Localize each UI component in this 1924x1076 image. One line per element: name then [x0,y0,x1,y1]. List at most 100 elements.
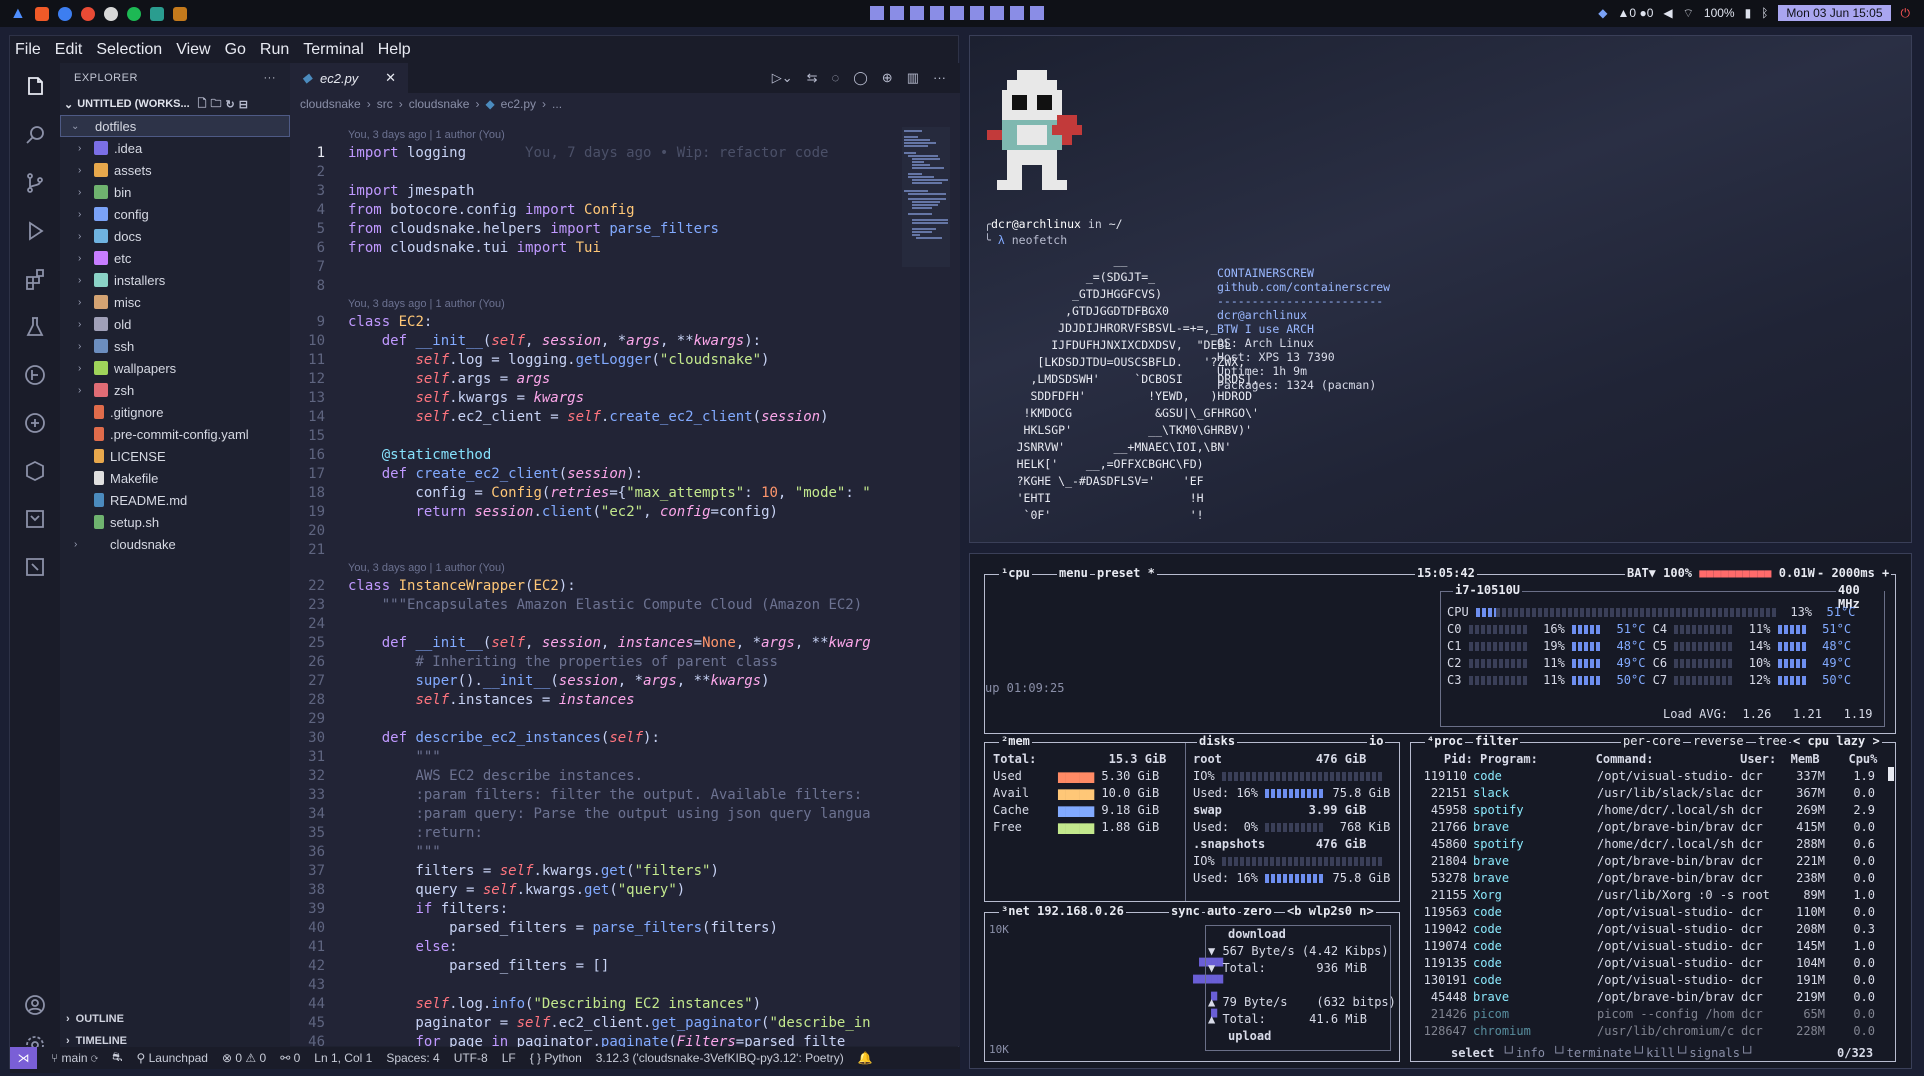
bluetooth-icon[interactable]: ᛒ [1761,6,1768,20]
menu-run[interactable]: Run [260,41,289,59]
net-sync-toggle[interactable]: sync [1169,904,1202,918]
notifications-bell-icon[interactable]: 🔔 [858,1051,873,1065]
problems[interactable]: ⊗ 0 ⚠ 0 [222,1051,266,1065]
source-control-icon[interactable] [10,159,60,207]
slack-icon[interactable] [103,6,118,21]
net-auto-toggle[interactable]: auto [1205,904,1238,918]
tree-folder-bin[interactable]: › bin [60,181,290,203]
new-file-icon[interactable]: 🗋 [198,95,207,114]
encoding[interactable]: UTF-8 [454,1051,488,1065]
launchpad[interactable]: ⚲ Launchpad [136,1051,208,1065]
collapse-all-icon[interactable]: ⊟ [239,98,248,111]
tree-file[interactable]: setup.sh [60,511,290,533]
menu-file[interactable]: File [15,41,41,59]
database-icon[interactable] [10,543,60,591]
crumb-file[interactable]: ec2.py [501,97,536,111]
menu-view[interactable]: View [176,41,210,59]
process-row[interactable]: 21426 picom picom --config /hom dcr 65M 0.0 [1411,1006,1889,1023]
process-row[interactable]: 45958 spotify/home/dcr/.local/sh dcr 269M 2.… [1411,802,1889,819]
chromium-icon[interactable] [57,6,72,21]
open-changes-icon[interactable]: ⊕ [882,70,893,86]
workspace-7[interactable] [990,6,1004,20]
tree-file[interactable]: README.md [60,489,290,511]
outline-section[interactable]: › OUTLINE [60,1008,290,1030]
crumb-src[interactable]: src [377,97,393,111]
sort-selector[interactable]: < cpu lazy > [1791,734,1882,748]
interval[interactable]: - 2000ms + [1815,566,1892,580]
menu-go[interactable]: Go [225,41,246,59]
go-forward-icon[interactable]: ◯ [853,70,868,86]
crumb-symbol[interactable]: ... [552,97,562,111]
process-row[interactable]: 119042 code/opt/visual-studio-dcr 208M 0.3 [1411,921,1889,938]
tab-ec2-py[interactable]: ◆ ec2.py ✕ [290,63,408,93]
process-row[interactable]: 21155 Xorg/usr/lib/Xorg :0 -s root 89M 1.0 [1411,887,1889,904]
terminal-icon[interactable] [149,6,164,21]
eol[interactable]: LF [502,1051,516,1065]
process-row[interactable]: 128647 chromium/usr/lib/chromium/c dcr 228M… [1411,1023,1889,1040]
terminal-neofetch[interactable]: ╭dcr@archlinux in ~/ ╰ λ neofetch __ _=(… [969,35,1912,543]
process-row[interactable]: 119074 code/opt/visual-studio-dcr 145M 1.0 [1411,938,1889,955]
explorer-icon[interactable] [10,63,60,111]
new-folder-icon[interactable]: 🗀 [211,95,222,114]
language-mode[interactable]: { } Python [530,1051,582,1065]
codelens-blame[interactable]: You, 3 days ago | 1 author (You) [290,127,890,144]
workspace-2[interactable] [890,6,904,20]
tree-folder-misc[interactable]: › misc [60,291,290,313]
tree-folder-old[interactable]: › old [60,313,290,335]
notification-icon[interactable]: ◆ [1598,6,1607,20]
clock[interactable]: Mon 03 Jun 15:05 [1778,5,1891,21]
workspace-8[interactable] [1010,6,1024,20]
menu-tab[interactable]: menu [1057,566,1090,580]
ports[interactable]: ⚯ 0 [280,1051,300,1065]
process-row[interactable]: 130191 code/opt/visual-studio-dcr 191M 0.0 [1411,972,1889,989]
kubernetes-icon[interactable] [10,447,60,495]
tree-folder-dotfiles[interactable]: ⌄ dotfiles [60,115,290,137]
indent-spaces[interactable]: Spaces: 4 [386,1051,439,1065]
run-file-icon[interactable]: ▷⌄ [772,70,793,86]
workspace-3[interactable] [910,6,924,20]
refresh-icon[interactable]: ↻ [226,98,235,111]
workspace-5[interactable] [950,6,964,20]
interpreter[interactable]: 3.12.3 ('cloudsnake-3VefKIBQ-py3.12': Po… [596,1051,844,1065]
menu-edit[interactable]: Edit [55,41,83,59]
menu-selection[interactable]: Selection [96,41,162,59]
tree-file[interactable]: .pre-commit-config.yaml [60,423,290,445]
process-row[interactable]: 119563 code/opt/visual-studio-dcr 110M 0.0 [1411,904,1889,921]
proc-scrollbar[interactable] [1888,767,1894,781]
go-back-icon[interactable]: ◌ [832,70,840,86]
run-debug-icon[interactable] [10,207,60,255]
net-interface[interactable]: <b wlp2s0 n> [1285,904,1376,918]
git-branch[interactable]: ⑂ main ⟳ [51,1051,98,1065]
workspace-4[interactable] [930,6,944,20]
io-tab[interactable]: io [1367,734,1386,748]
tree-toggle[interactable]: tree [1756,734,1789,748]
docker-icon[interactable] [10,495,60,543]
menu-terminal[interactable]: Terminal [303,41,363,59]
process-row[interactable]: 21766 brave/opt/brave-bin/brav dcr 415M 0.0 [1411,819,1889,836]
remote-explorer-icon[interactable] [10,399,60,447]
arch-logo-icon[interactable]: ▲ [10,5,26,23]
tree-folder-installers[interactable]: › installers [60,269,290,291]
brave-icon[interactable] [34,6,49,21]
chrome-icon[interactable] [80,6,95,21]
process-row[interactable]: 22151 slack/usr/lib/slack/slac dcr 367M 0.0 [1411,785,1889,802]
tree-folder-wallpapers[interactable]: › wallpapers [60,357,290,379]
sync-icon[interactable]: ⛐ [112,1050,122,1066]
volume-icon[interactable]: ◀ [1663,6,1672,20]
extensions-icon[interactable] [10,255,60,303]
compare-icon[interactable]: ⇆ [807,70,818,86]
workspace-9[interactable] [1030,6,1044,20]
tree-folder-idea[interactable]: › .idea [60,137,290,159]
workspace-1[interactable] [870,6,884,20]
process-row[interactable]: 21804 brave/opt/brave-bin/brav dcr 221M 0.0 [1411,853,1889,870]
wifi-icon[interactable]: ⌔ [1683,6,1694,21]
reverse-toggle[interactable]: reverse [1691,734,1746,748]
more-actions-icon[interactable]: ··· [264,72,277,84]
tree-file[interactable]: LICENSE [60,445,290,467]
tree-file[interactable]: Makefile [60,467,290,489]
vscode-icon[interactable] [172,6,187,21]
proc-filter[interactable]: filter [1473,734,1521,748]
tree-file[interactable]: .gitignore [60,401,290,423]
tree-folder-docs[interactable]: › docs [60,225,290,247]
preset-tab[interactable]: preset * [1095,566,1157,580]
